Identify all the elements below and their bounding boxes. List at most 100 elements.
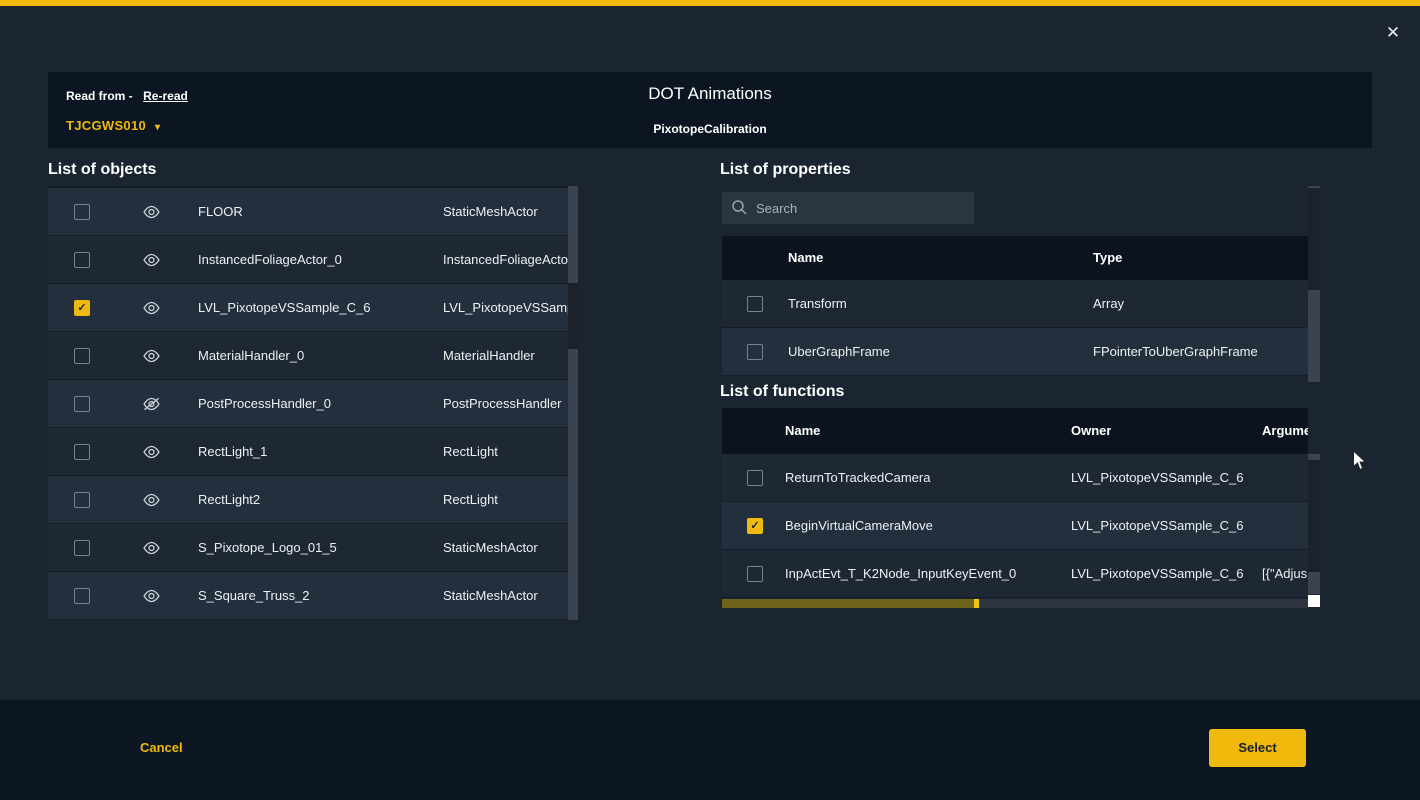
object-name: FLOOR (198, 188, 433, 236)
row-checkbox[interactable] (74, 492, 90, 508)
objects-list: FLOOR StaticMeshActor InstancedFoliageAc… (48, 186, 578, 620)
row-checkbox[interactable] (74, 444, 90, 460)
properties-scrollbar[interactable] (1308, 186, 1320, 382)
object-row[interactable]: MaterialHandler_0 MaterialHandler (48, 332, 568, 380)
objects-scrollbar[interactable] (568, 186, 578, 620)
object-type: RectLight (443, 476, 568, 524)
page-subtitle: PixotopeCalibration (48, 122, 1372, 136)
search-box[interactable] (722, 192, 974, 224)
property-type: FPointerToUberGraphFrame (1093, 328, 1305, 376)
functions-horizontal-scrollbar[interactable] (722, 599, 1308, 608)
functions-heading: List of functions (720, 383, 844, 401)
property-row[interactable]: Transform Array (722, 280, 1308, 328)
function-owner: LVL_PixotopeVSSample_C_6 (1071, 502, 1257, 550)
scrollbar-thumb[interactable] (1308, 460, 1320, 572)
object-name: RectLight2 (198, 476, 433, 524)
cancel-button[interactable]: Cancel (140, 740, 183, 755)
column-header-owner: Owner (1071, 408, 1111, 454)
row-checkbox[interactable] (74, 300, 90, 316)
visibility-eye-off-icon[interactable] (142, 397, 161, 416)
object-type: InstancedFoliageActor (443, 236, 568, 284)
property-name: Transform (788, 280, 1078, 328)
object-row[interactable]: S_Pixotope_Logo_01_5 StaticMeshActor (48, 524, 568, 572)
object-name: PostProcessHandler_0 (198, 380, 433, 428)
function-owner: LVL_PixotopeVSSample_C_6 (1071, 454, 1257, 502)
object-type: MaterialHandler (443, 332, 568, 380)
object-type: StaticMeshActor (443, 188, 568, 236)
function-row[interactable]: ReturnToTrackedCamera LVL_PixotopeVSSamp… (722, 454, 1308, 502)
scrollbar-thumb[interactable] (722, 599, 978, 608)
object-name: MaterialHandler_0 (198, 332, 433, 380)
functions-table-header: Name Owner Arguments (722, 408, 1308, 454)
dialog-header: Read from - Re-read TJCGWS010 ▾ DOT Anim… (48, 72, 1372, 148)
visibility-eye-icon[interactable] (142, 445, 161, 464)
dialog-footer (0, 700, 1420, 800)
row-checkbox[interactable] (74, 204, 90, 220)
row-checkbox[interactable] (747, 344, 763, 360)
top-accent-bar (0, 0, 1420, 6)
visibility-eye-icon[interactable] (142, 493, 161, 512)
object-row[interactable]: S_Square_Truss_2 StaticMeshActor (48, 572, 568, 620)
row-checkbox[interactable] (747, 518, 763, 534)
row-checkbox[interactable] (74, 588, 90, 604)
function-name: BeginVirtualCameraMove (785, 502, 1065, 550)
visibility-eye-icon[interactable] (142, 253, 161, 272)
object-type: LVL_PixotopeVSSample_C (443, 284, 568, 332)
object-row[interactable]: RectLight2 RectLight (48, 476, 568, 524)
row-checkbox[interactable] (74, 348, 90, 364)
object-name: LVL_PixotopeVSSample_C_6 (198, 284, 433, 332)
row-checkbox[interactable] (747, 296, 763, 312)
object-row[interactable]: LVL_PixotopeVSSample_C_6 LVL_PixotopeVSS… (48, 284, 568, 332)
objects-heading: List of objects (48, 161, 156, 179)
visibility-eye-icon[interactable] (142, 301, 161, 320)
function-name: InpActEvt_T_K2Node_InputKeyEvent_0 (785, 550, 1065, 598)
object-name: S_Square_Truss_2 (198, 572, 433, 620)
functions-table: Name Owner Arguments ReturnToTrackedCame… (722, 408, 1308, 598)
row-checkbox[interactable] (747, 566, 763, 582)
function-row[interactable]: InpActEvt_T_K2Node_InputKeyEvent_0 LVL_P… (722, 550, 1308, 598)
object-type: PostProcessHandler (443, 380, 568, 428)
search-input[interactable] (756, 192, 968, 224)
property-name: UberGraphFrame (788, 328, 1078, 376)
function-arguments (1262, 454, 1308, 502)
function-name: ReturnToTrackedCamera (785, 454, 1065, 502)
column-header-type: Type (1093, 236, 1122, 280)
properties-heading: List of properties (720, 161, 851, 179)
row-checkbox[interactable] (74, 540, 90, 556)
object-name: RectLight_1 (198, 428, 433, 476)
scrollbar-thumb[interactable] (568, 283, 578, 349)
object-row[interactable]: RectLight_1 RectLight (48, 428, 568, 476)
search-icon (731, 199, 748, 216)
select-button[interactable]: Select (1209, 729, 1306, 767)
object-type: StaticMeshActor (443, 572, 568, 620)
function-arguments: [{"Adjus (1262, 550, 1308, 598)
object-row[interactable]: PostProcessHandler_0 PostProcessHandler (48, 380, 568, 428)
column-header-name: Name (785, 408, 820, 454)
visibility-eye-icon[interactable] (142, 589, 161, 608)
object-type: StaticMeshActor (443, 524, 568, 572)
properties-table: Name Type Transform Array UberGraphFrame… (722, 236, 1308, 376)
object-type: RectLight (443, 428, 568, 476)
mouse-cursor (1352, 450, 1367, 471)
row-checkbox[interactable] (747, 470, 763, 486)
functions-scrollbar[interactable] (1308, 454, 1320, 594)
function-arguments (1262, 502, 1308, 550)
object-row[interactable]: FLOOR StaticMeshActor (48, 188, 568, 236)
function-row[interactable]: BeginVirtualCameraMove LVL_PixotopeVSSam… (722, 502, 1308, 550)
column-header-arguments: Arguments (1262, 408, 1308, 454)
object-name: S_Pixotope_Logo_01_5 (198, 524, 433, 572)
properties-table-header: Name Type (722, 236, 1308, 280)
visibility-eye-icon[interactable] (142, 541, 161, 560)
row-checkbox[interactable] (74, 396, 90, 412)
page-title: DOT Animations (48, 84, 1372, 104)
column-header-name: Name (788, 236, 823, 280)
visibility-eye-icon[interactable] (142, 205, 161, 224)
object-row[interactable]: InstancedFoliageActor_0 InstancedFoliage… (48, 236, 568, 284)
visibility-eye-icon[interactable] (142, 349, 161, 368)
function-owner: LVL_PixotopeVSSample_C_6 (1071, 550, 1257, 598)
scrollbar-thumb-cap (974, 599, 979, 608)
close-icon[interactable]: ✕ (1382, 22, 1404, 44)
property-row[interactable]: UberGraphFrame FPointerToUberGraphFrame (722, 328, 1308, 376)
scrollbar-thumb[interactable] (1308, 188, 1320, 290)
row-checkbox[interactable] (74, 252, 90, 268)
